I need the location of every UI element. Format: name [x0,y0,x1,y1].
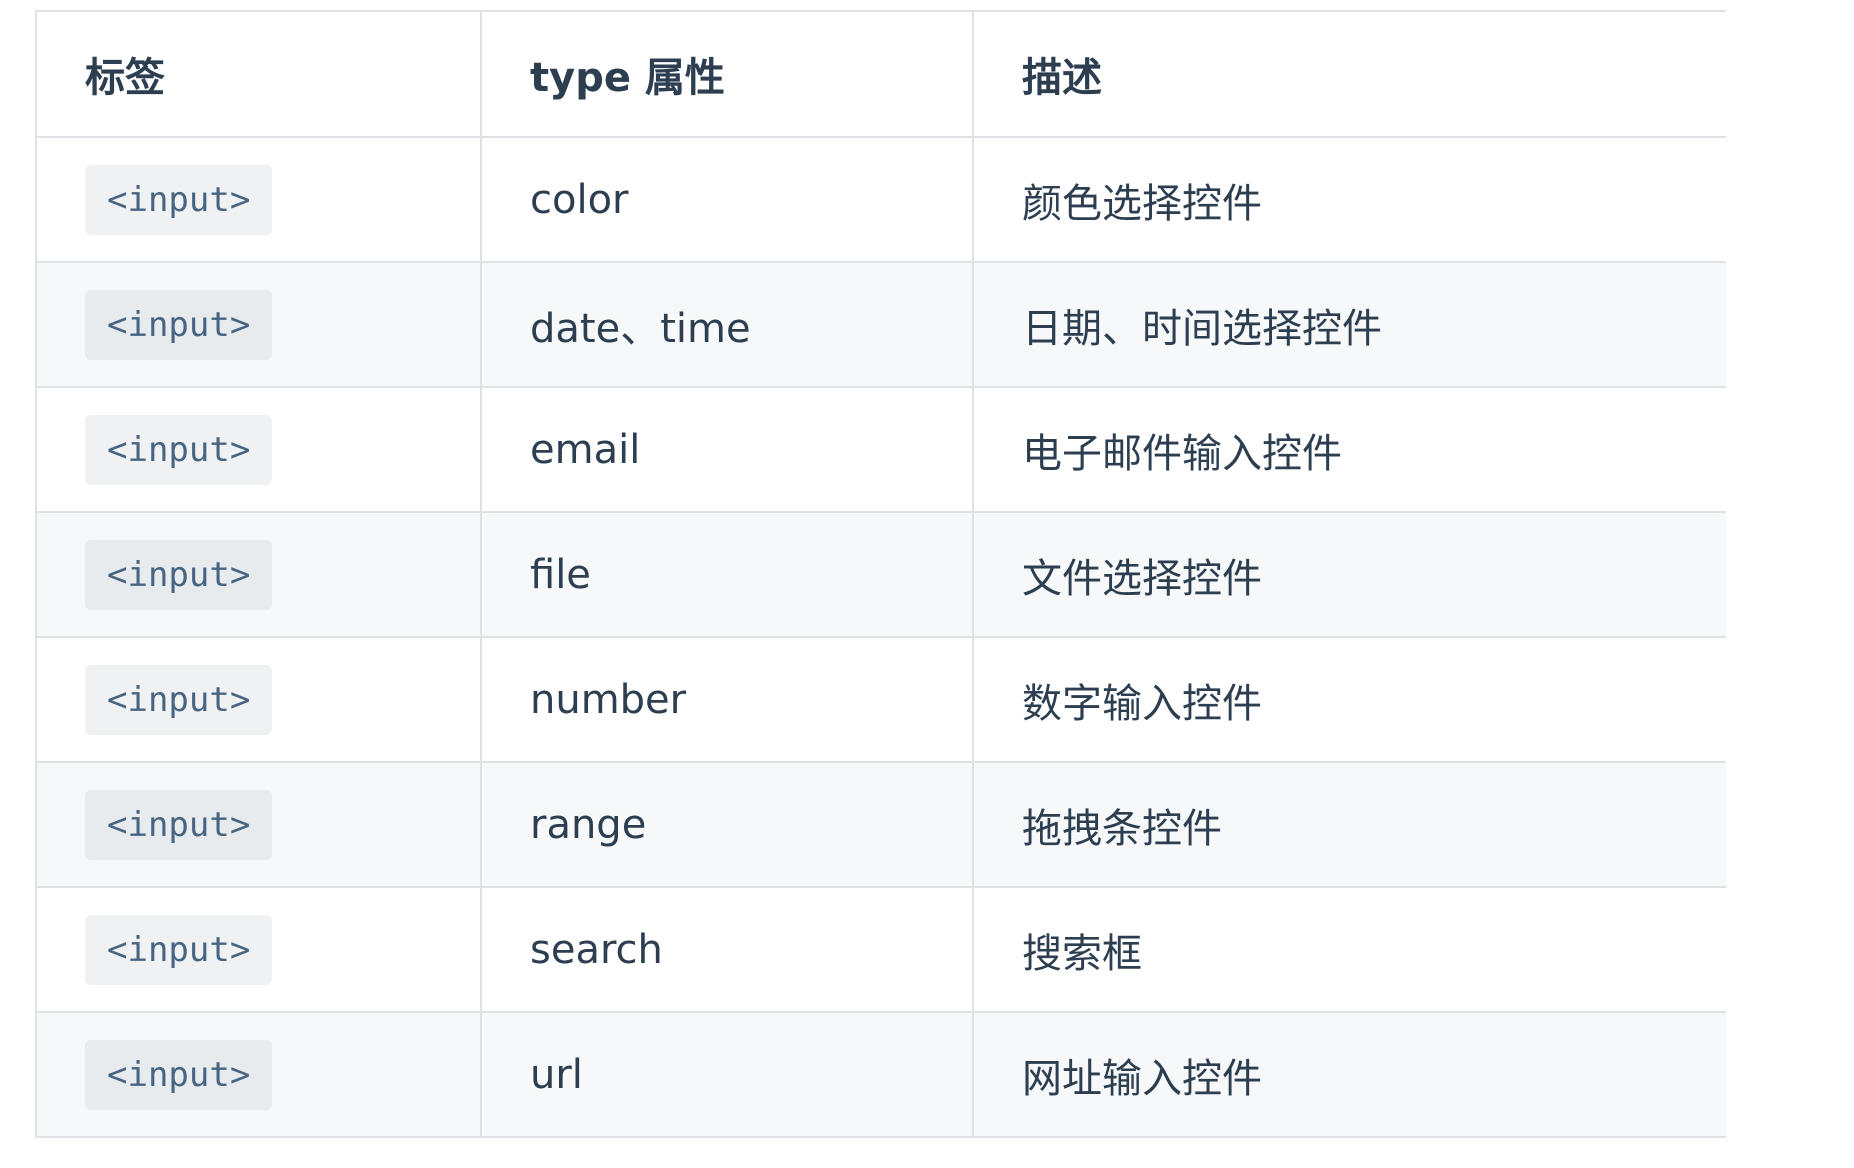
table-row: <input> file 文件选择控件 [35,511,1726,638]
header-tag: 标签 [35,10,482,138]
tag-cell: <input> [35,886,482,1013]
type-cell: date、time [480,261,974,388]
table-header: 标签 type 属性 描述 [35,10,1726,138]
table-row: <input> range 拖拽条控件 [35,761,1726,888]
type-cell: file [480,511,974,638]
table-row: <input> color 颜色选择控件 [35,136,1726,263]
table-row: <input> url 网址输入控件 [35,1011,1726,1138]
tag-code: <input> [85,664,273,735]
type-cell: search [480,886,974,1013]
description-cell: 拖拽条控件 [972,761,1726,888]
tag-cell: <input> [35,511,482,638]
type-cell: number [480,636,974,763]
tag-code: <input> [85,914,273,985]
tag-cell: <input> [35,136,482,263]
table-row: <input> number 数字输入控件 [35,636,1726,763]
table-row: <input> email 电子邮件输入控件 [35,386,1726,513]
tag-code: <input> [85,1039,273,1110]
description-cell: 日期、时间选择控件 [972,261,1726,388]
tag-code: <input> [85,414,273,485]
tag-code: <input> [85,789,273,860]
type-cell: email [480,386,974,513]
description-cell: 颜色选择控件 [972,136,1726,263]
header-row: 标签 type 属性 描述 [35,10,1726,138]
header-type-attribute: type 属性 [480,10,974,138]
description-cell: 搜索框 [972,886,1726,1013]
tag-cell: <input> [35,761,482,888]
table-row: <input> date、time 日期、时间选择控件 [35,261,1726,388]
type-cell: url [480,1011,974,1138]
input-types-table: 标签 type 属性 描述 <input> color 颜色选择控件 <inpu… [35,10,1726,1138]
header-description: 描述 [972,10,1726,138]
tag-code: <input> [85,164,273,235]
table-row: <input> search 搜索框 [35,886,1726,1013]
input-types-table-container: 标签 type 属性 描述 <input> color 颜色选择控件 <inpu… [35,10,1726,1138]
description-cell: 文件选择控件 [972,511,1726,638]
tag-cell: <input> [35,261,482,388]
tag-code: <input> [85,289,273,360]
description-cell: 数字输入控件 [972,636,1726,763]
type-cell: range [480,761,974,888]
tag-cell: <input> [35,1011,482,1138]
tag-cell: <input> [35,386,482,513]
tag-code: <input> [85,539,273,610]
description-cell: 网址输入控件 [972,1011,1726,1138]
tag-cell: <input> [35,636,482,763]
table-body: <input> color 颜色选择控件 <input> date、time 日… [35,136,1726,1138]
type-cell: color [480,136,974,263]
description-cell: 电子邮件输入控件 [972,386,1726,513]
